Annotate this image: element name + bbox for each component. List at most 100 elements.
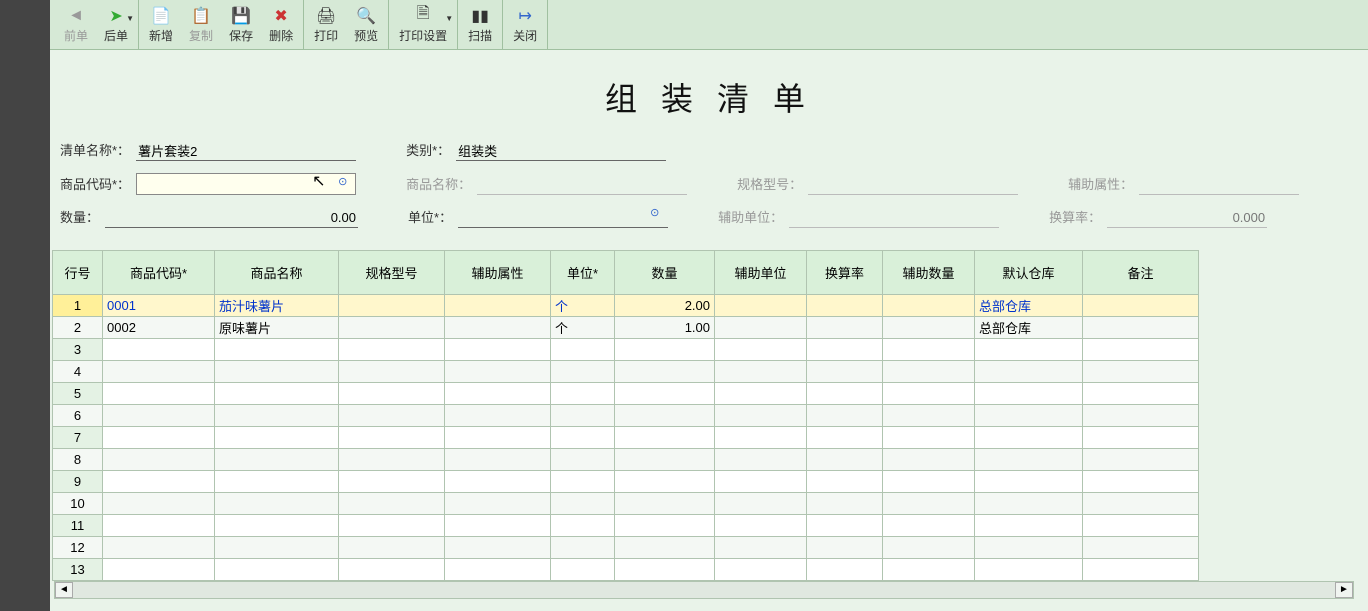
col-spec[interactable]: 规格型号: [339, 251, 445, 295]
unit-cell[interactable]: [551, 493, 615, 515]
table-row[interactable]: 9: [53, 471, 1199, 493]
code-cell[interactable]: [103, 383, 215, 405]
remark-cell[interactable]: [1083, 471, 1199, 493]
rate-cell[interactable]: [807, 493, 883, 515]
name-cell[interactable]: [215, 449, 339, 471]
spec-cell[interactable]: [339, 339, 445, 361]
aux-unit-cell[interactable]: [715, 295, 807, 317]
qty-input[interactable]: [105, 208, 358, 228]
qty-cell[interactable]: 1.00: [615, 317, 715, 339]
aux-qty-cell[interactable]: [883, 405, 975, 427]
col-aux-qty[interactable]: 辅助数量: [883, 251, 975, 295]
remark-cell[interactable]: [1083, 427, 1199, 449]
wh-cell[interactable]: 总部仓库: [975, 317, 1083, 339]
h-scrollbar[interactable]: ◄ ►: [54, 581, 1354, 599]
wh-cell[interactable]: [975, 427, 1083, 449]
col-name[interactable]: 商品名称: [215, 251, 339, 295]
col-def-wh[interactable]: 默认仓库: [975, 251, 1083, 295]
qty-cell[interactable]: [615, 449, 715, 471]
name-cell[interactable]: [215, 537, 339, 559]
code-cell[interactable]: [103, 427, 215, 449]
name-cell[interactable]: 茄汁味薯片: [215, 295, 339, 317]
col-unit[interactable]: 单位*: [551, 251, 615, 295]
wh-cell[interactable]: [975, 471, 1083, 493]
aux-qty-cell[interactable]: [883, 493, 975, 515]
aux-unit-cell[interactable]: [715, 515, 807, 537]
qty-cell[interactable]: [615, 559, 715, 581]
table-row[interactable]: 20002原味薯片个1.00总部仓库: [53, 317, 1199, 339]
category-input[interactable]: [456, 141, 666, 161]
scan-button[interactable]: ▮▮ 扫描: [460, 0, 500, 49]
unit-cell[interactable]: [551, 361, 615, 383]
lookup-icon[interactable]: ⊙: [338, 175, 354, 191]
aux-unit-cell[interactable]: [715, 361, 807, 383]
delete-button[interactable]: ✖ 删除: [261, 0, 301, 49]
remark-cell[interactable]: [1083, 295, 1199, 317]
remark-cell[interactable]: [1083, 383, 1199, 405]
col-aux-attr[interactable]: 辅助属性: [445, 251, 551, 295]
wh-cell[interactable]: [975, 493, 1083, 515]
row-no-cell[interactable]: 5: [53, 383, 103, 405]
name-cell[interactable]: [215, 493, 339, 515]
copy-button[interactable]: 📋 复制: [181, 0, 221, 49]
code-cell[interactable]: [103, 405, 215, 427]
table-row[interactable]: 7: [53, 427, 1199, 449]
aux-unit-cell[interactable]: [715, 317, 807, 339]
rate-cell[interactable]: [807, 317, 883, 339]
table-row[interactable]: 3: [53, 339, 1199, 361]
unit-cell[interactable]: [551, 405, 615, 427]
unit-cell[interactable]: [551, 339, 615, 361]
rate-cell[interactable]: [807, 515, 883, 537]
wh-cell[interactable]: [975, 361, 1083, 383]
qty-cell[interactable]: [615, 515, 715, 537]
spec-cell[interactable]: [339, 405, 445, 427]
aux-attr-cell[interactable]: [445, 405, 551, 427]
aux-qty-cell[interactable]: [883, 339, 975, 361]
table-row[interactable]: 8: [53, 449, 1199, 471]
grid[interactable]: 行号 商品代码* 商品名称 规格型号 辅助属性 单位* 数量 辅助单位 换算率 …: [52, 250, 1199, 581]
unit-cell[interactable]: [551, 427, 615, 449]
aux-unit-cell[interactable]: [715, 449, 807, 471]
spec-cell[interactable]: [339, 471, 445, 493]
aux-unit-input[interactable]: [789, 208, 999, 228]
aux-unit-cell[interactable]: [715, 339, 807, 361]
aux-qty-cell[interactable]: [883, 295, 975, 317]
col-qty[interactable]: 数量: [615, 251, 715, 295]
aux-attr-cell[interactable]: [445, 383, 551, 405]
row-no-cell[interactable]: 2: [53, 317, 103, 339]
qty-cell[interactable]: [615, 361, 715, 383]
aux-attr-cell[interactable]: [445, 471, 551, 493]
qty-cell[interactable]: [615, 405, 715, 427]
wh-cell[interactable]: [975, 559, 1083, 581]
table-row[interactable]: 11: [53, 515, 1199, 537]
unit-cell[interactable]: [551, 383, 615, 405]
unit-input[interactable]: [458, 208, 668, 228]
scroll-right-button[interactable]: ►: [1335, 582, 1353, 598]
unit-cell[interactable]: [551, 537, 615, 559]
spec-cell[interactable]: [339, 449, 445, 471]
spec-cell[interactable]: [339, 537, 445, 559]
table-row[interactable]: 13: [53, 559, 1199, 581]
qty-cell[interactable]: [615, 537, 715, 559]
row-no-cell[interactable]: 10: [53, 493, 103, 515]
aux-attr-cell[interactable]: [445, 339, 551, 361]
aux-qty-cell[interactable]: [883, 427, 975, 449]
unit-cell[interactable]: 个: [551, 295, 615, 317]
col-remark[interactable]: 备注: [1083, 251, 1199, 295]
aux-attr-cell[interactable]: [445, 493, 551, 515]
row-no-cell[interactable]: 13: [53, 559, 103, 581]
qty-cell[interactable]: [615, 339, 715, 361]
close-button[interactable]: ↦ 关闭: [505, 0, 545, 49]
rate-cell[interactable]: [807, 339, 883, 361]
aux-attr-cell[interactable]: [445, 515, 551, 537]
prev-button[interactable]: ◄ 前单: [56, 0, 96, 49]
name-cell[interactable]: [215, 361, 339, 383]
list-name-input[interactable]: [136, 141, 356, 161]
rate-cell[interactable]: [807, 361, 883, 383]
col-rate[interactable]: 换算率: [807, 251, 883, 295]
table-row[interactable]: 4: [53, 361, 1199, 383]
aux-attr-cell[interactable]: [445, 537, 551, 559]
name-cell[interactable]: [215, 559, 339, 581]
print-button[interactable]: 🖨 打印: [306, 0, 346, 49]
spec-cell[interactable]: [339, 427, 445, 449]
